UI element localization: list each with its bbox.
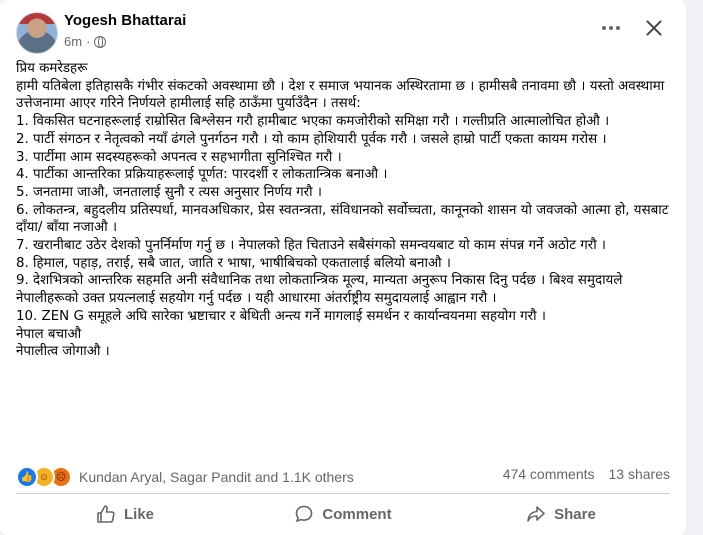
close-icon[interactable]: [642, 16, 666, 40]
dot-icon: [602, 26, 606, 30]
engagement-counts: 474 comments 13 shares: [503, 466, 670, 482]
post-body: प्रिय कमरेडहरू हामी यतिबेला इतिहासकै गंभ…: [16, 60, 676, 361]
comment-label: Comment: [322, 505, 392, 523]
body-line: 6. लोकतन्त्र, बहुदलीय प्रतिस्पर्धा, मानव…: [16, 202, 669, 236]
body-line: 2. पार्टी संगठन र नेतृत्वको नयाँ ढंगले प…: [16, 131, 607, 147]
body-line: 7. खरानीबाट उठेर देशको पुनर्निर्माण गर्न…: [16, 238, 607, 254]
action-bar: Like Comment Share: [16, 497, 670, 531]
meta-separator: ·: [86, 34, 91, 49]
body-line: 9. देशभित्रको आन्तरिक सहमति अनी संवैधानि…: [16, 273, 623, 307]
body-line: 3. पार्टीमा आम सदस्यहरूको अपनत्व र सहभाग…: [16, 149, 342, 165]
dot-icon: [616, 26, 620, 30]
reaction-names[interactable]: Kundan Aryal, Sagar Pandit and 1.1K othe…: [79, 469, 354, 485]
comment-count[interactable]: 474 comments: [503, 466, 595, 482]
post-card: Yogesh Bhattarai 6m · प्रिय कमरेडहरू हाम…: [0, 0, 686, 535]
body-line: हामी यतिबेला इतिहासकै गंभीर संकटको अवस्थ…: [16, 78, 665, 112]
globe-icon: [94, 35, 107, 48]
body-line: 10. ZEN G समूहले अघि सारेका भ्रष्टाचार र…: [16, 308, 546, 324]
body-line: 8. हिमाल, पहाड़, तराई, सबै जात, जाति र भ…: [16, 255, 451, 271]
share-count[interactable]: 13 shares: [609, 466, 670, 482]
share-label: Share: [554, 505, 596, 523]
thumbs-up-icon: [97, 505, 115, 523]
body-line: 5. जनतामा जाऔ, जनतालाई सुनौ र त्यस अनुसा…: [16, 184, 322, 200]
author-name[interactable]: Yogesh Bhattarai: [64, 12, 186, 29]
body-line: नेपालीत्व जोगाऔ ।: [16, 344, 110, 360]
post-header: Yogesh Bhattarai 6m ·: [12, 8, 682, 54]
like-reaction-icon: 👍: [16, 466, 38, 488]
comment-icon: [296, 505, 313, 523]
body-line: 4. पार्टीका आन्तरिका प्रक्रियाहरूलाई पूर…: [16, 167, 388, 183]
reaction-summary[interactable]: 👍 ☺ ☹ Kundan Aryal, Sagar Pandit and 1.1…: [16, 466, 354, 488]
more-options-button[interactable]: [597, 18, 625, 38]
dot-icon: [609, 26, 613, 30]
comment-button[interactable]: Comment: [234, 497, 452, 531]
body-line: नेपाल बचाऔ: [16, 326, 82, 342]
share-button[interactable]: Share: [452, 497, 670, 531]
share-icon: [527, 506, 545, 522]
like-button[interactable]: Like: [16, 497, 234, 531]
like-label: Like: [123, 505, 154, 523]
body-line: 1. विकसित घटनाहरूलाई राम्रोसित बिश्लेसन …: [16, 114, 610, 130]
avatar[interactable]: [16, 12, 58, 54]
body-line: प्रिय कमरेडहरू: [16, 61, 88, 76]
divider: [16, 493, 670, 494]
post-meta: 6m ·: [64, 34, 107, 49]
post-time[interactable]: 6m: [64, 34, 82, 49]
